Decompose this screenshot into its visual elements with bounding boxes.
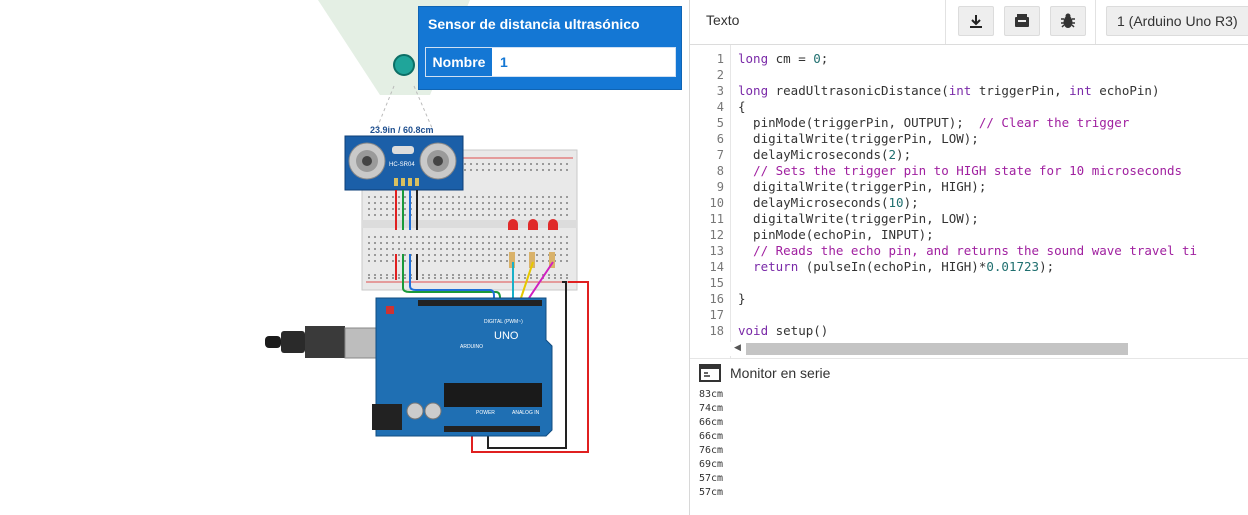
serial-monitor-header[interactable]: Monitor en serie	[690, 358, 1248, 388]
line-number: 16	[709, 292, 724, 306]
line-number: 10	[709, 196, 724, 210]
serial-line: 76cm	[699, 445, 724, 456]
code-toolbar: Texto 1 (Arduino Uno R3)	[690, 0, 1248, 45]
serial-line: 57cm	[699, 487, 724, 498]
component-properties-panel: Sensor de distancia ultrasónico Nombre	[418, 6, 682, 90]
library-icon	[1015, 14, 1029, 27]
properties-title: Sensor de distancia ultrasónico	[428, 16, 640, 32]
serial-monitor-icon	[699, 364, 721, 382]
line-number: 5	[716, 116, 724, 130]
code-horizontal-scrollbar[interactable]: ◀	[690, 342, 1248, 356]
arduino-analog-label: ANALOG IN	[512, 410, 540, 416]
target-object[interactable]	[393, 54, 415, 76]
line-number: 17	[709, 308, 724, 322]
line-number: 11	[709, 212, 724, 226]
line-number: 2	[716, 68, 724, 82]
name-row: Nombre	[425, 47, 676, 77]
line-number: 6	[716, 132, 724, 146]
arduino-brand-label: ARDUINO	[460, 344, 483, 350]
scrollbar-thumb[interactable]	[746, 343, 1128, 355]
serial-line: 66cm	[699, 431, 724, 442]
debugger-button[interactable]	[1050, 6, 1086, 36]
arduino-digital-label: DIGITAL (PWM~)	[484, 319, 523, 325]
bug-icon	[1061, 13, 1075, 28]
line-number: 13	[709, 244, 724, 258]
ultrasonic-sensor[interactable]: HC-SR04	[344, 135, 464, 191]
name-label: Nombre	[426, 48, 492, 76]
serial-line: 74cm	[699, 403, 724, 414]
serial-monitor-title: Monitor en serie	[730, 365, 831, 381]
arduino-board[interactable]: DIGITAL (PWM~) UNO ARDUINO POWER ANALOG …	[372, 297, 553, 437]
line-number: 12	[709, 228, 724, 242]
editor-mode-select[interactable]: Texto	[706, 12, 739, 28]
sensor-model-label: HC-SR04	[389, 162, 415, 168]
leds[interactable]	[508, 219, 558, 230]
line-number: 9	[716, 180, 724, 194]
serial-line: 83cm	[699, 389, 724, 400]
serial-line: 66cm	[699, 417, 724, 428]
line-number: 4	[716, 100, 724, 114]
libraries-button[interactable]	[1004, 6, 1040, 36]
line-number: 14	[709, 260, 724, 274]
serial-line: 57cm	[699, 473, 724, 484]
circuit-canvas[interactable]: 23.9in / 60.8cm HC-SR04 DIGITAL (PWM~) U…	[0, 0, 690, 515]
name-input[interactable]	[492, 48, 674, 76]
line-number: 3	[716, 84, 724, 98]
distance-readout: 23.9in / 60.8cm	[370, 125, 434, 135]
line-number: 18	[709, 324, 724, 338]
line-number: 1	[716, 52, 724, 66]
download-button[interactable]	[958, 6, 994, 36]
serial-output[interactable]: 83cm 74cm 66cm 66cm 76cm 69cm 57cm 57cm	[690, 387, 1248, 515]
arduino-power-label: POWER	[476, 410, 495, 416]
code-editor[interactable]: 12345678910111213141516171819 long cm = …	[690, 45, 1248, 358]
line-number-gutter: 12345678910111213141516171819	[690, 45, 731, 358]
line-number: 7	[716, 148, 724, 162]
line-number: 15	[709, 276, 724, 290]
device-select[interactable]: 1 (Arduino Uno R3)	[1106, 6, 1248, 36]
serial-line: 69cm	[699, 459, 724, 470]
download-icon	[970, 15, 982, 28]
arduino-model-label: UNO	[494, 330, 519, 342]
code-panel: Texto 1 (Arduino Uno R3) 1 2 3 4 5 6 7 8 9 10 11 12…	[690, 0, 1248, 515]
line-number: 8	[716, 164, 724, 178]
